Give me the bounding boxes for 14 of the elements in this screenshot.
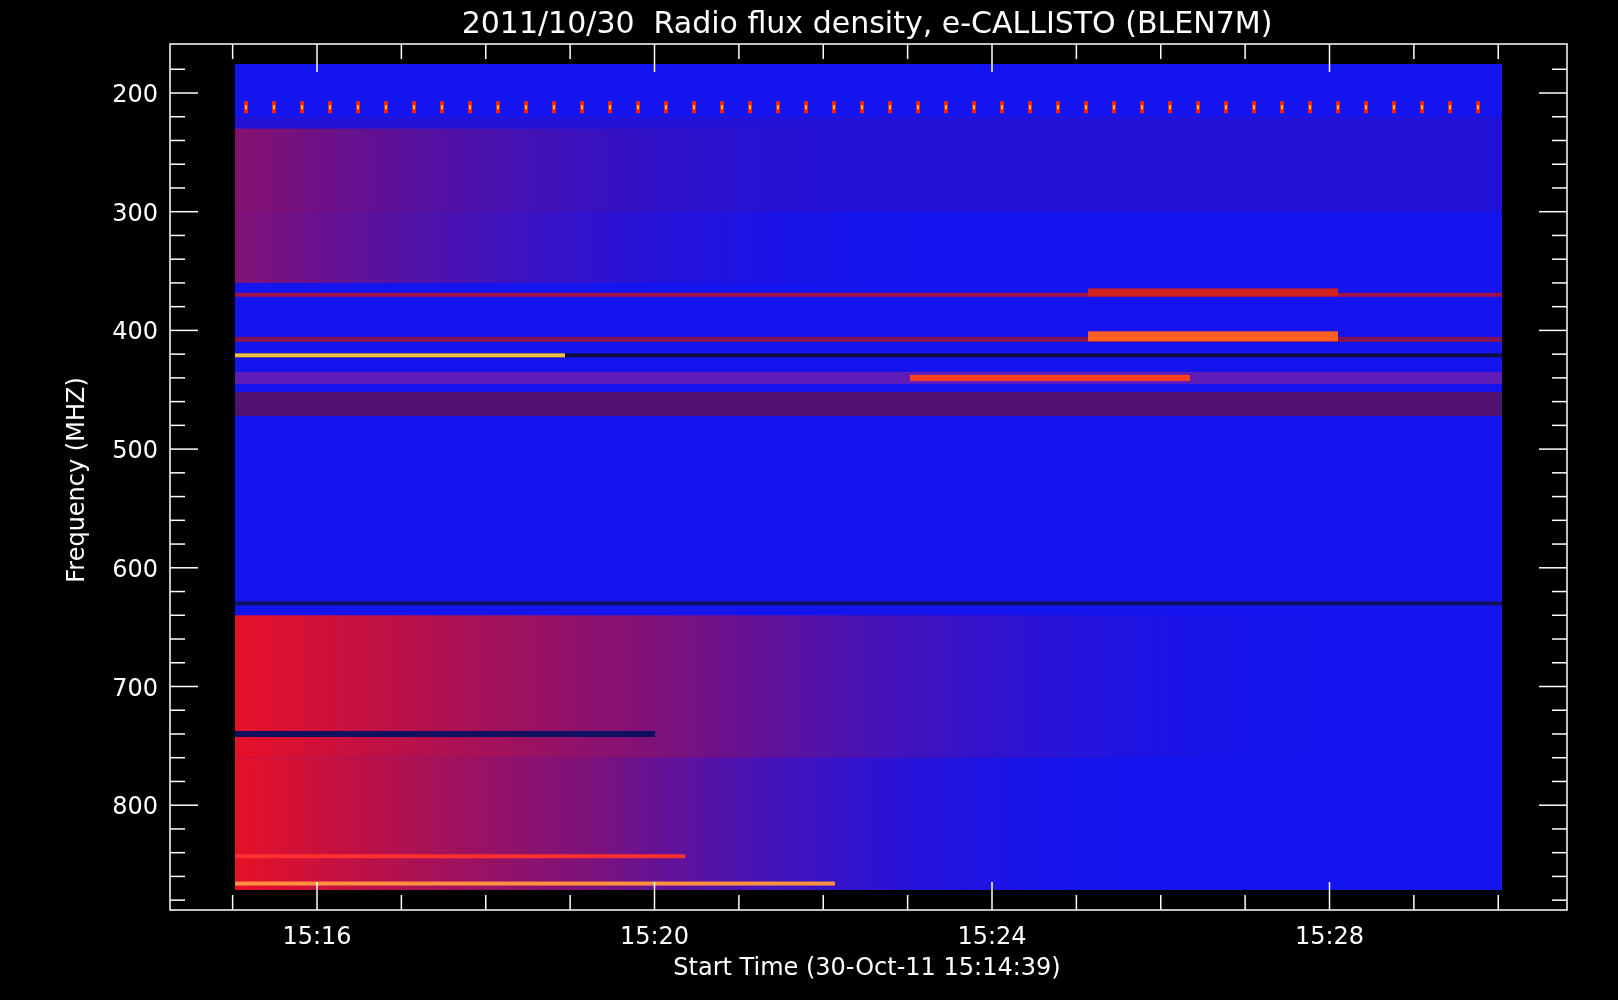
y-axis-label: Frequency (MHZ) — [62, 377, 90, 583]
y-tick-label: 700 — [112, 673, 158, 702]
y-tick-label: 500 — [112, 436, 158, 465]
y-tick-label: 400 — [112, 317, 158, 346]
x-tick-label: 15:16 — [282, 922, 352, 950]
x-axis-label: Start Time (30-Oct-11 15:14:39) — [673, 953, 1061, 981]
y-tick-label: 800 — [112, 792, 158, 821]
y-tick-label: 200 — [112, 80, 158, 108]
y-tick-label: 300 — [112, 198, 158, 227]
x-tick-label: 15:28 — [1294, 922, 1365, 950]
chart-title: 2011/10/30 Radio flux density, e-CALLISTO (BLEN7M) — [461, 5, 1273, 40]
x-tick-label: 15:20 — [619, 922, 690, 950]
y-tick-label: 600 — [112, 554, 158, 583]
x-tick-label: 15:24 — [957, 922, 1027, 950]
